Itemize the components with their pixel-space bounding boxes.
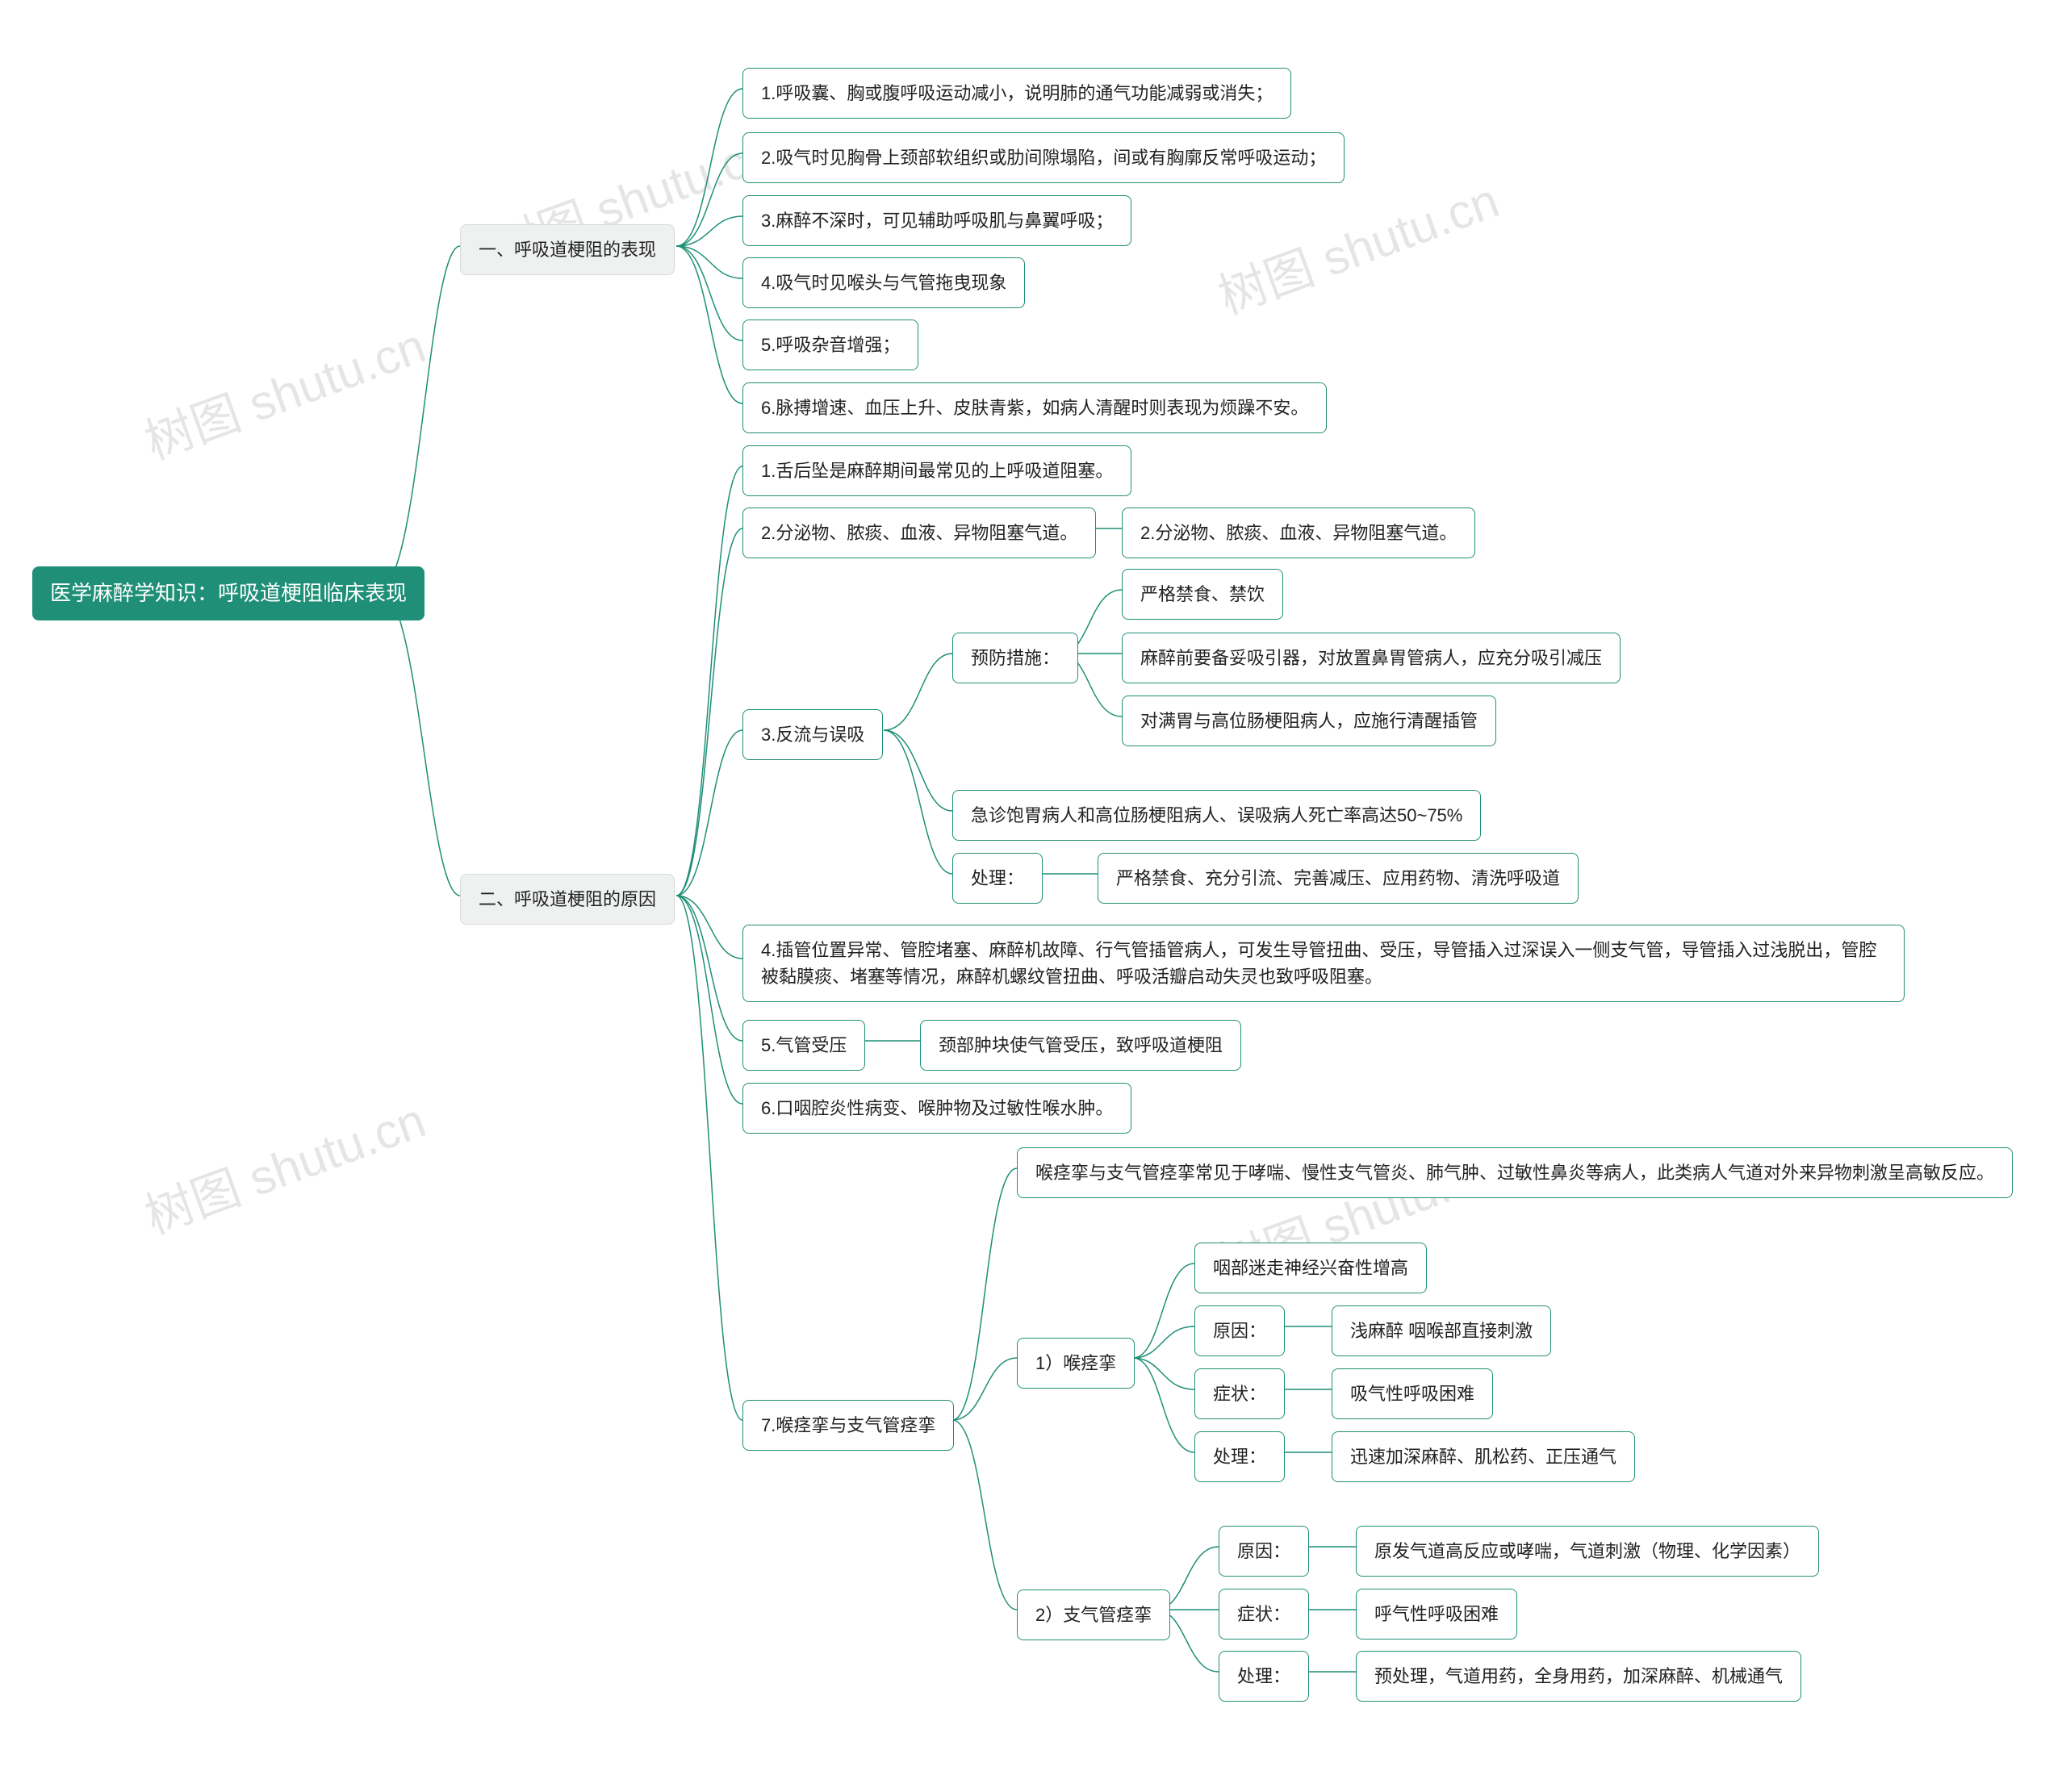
- laryngo-symptom[interactable]: 症状：: [1194, 1368, 1285, 1419]
- s2-item1[interactable]: 1.舌后坠是麻醉期间最常见的上呼吸道阻塞。: [742, 445, 1131, 496]
- root-label: 医学麻醉学知识：呼吸道梗阻临床表现: [50, 578, 407, 609]
- s1-item-6[interactable]: 6.脉搏增速、血压上升、皮肤青紫，如病人清醒时则表现为烦躁不安。: [742, 382, 1327, 433]
- s1-item-2[interactable]: 2.吸气时见胸骨上颈部软组织或肋间隙塌陷，间或有胸廓反常呼吸运动；: [742, 132, 1345, 183]
- laryngo-cause[interactable]: 原因：: [1194, 1305, 1285, 1356]
- s1-item-1[interactable]: 1.呼吸囊、胸或腹呼吸运动减小，说明肺的通气功能减弱或消失；: [742, 68, 1291, 119]
- broncho-cause-sub-text: 原发气道高反应或哮喘，气道刺激（物理、化学因素）: [1374, 1538, 1800, 1564]
- s2-item5-text: 5.气管受压: [761, 1032, 847, 1059]
- laryngo-handle-sub[interactable]: 迅速加深麻醉、肌松药、正压通气: [1332, 1431, 1635, 1482]
- s2-item3-prevent-a[interactable]: 严格禁食、禁饮: [1122, 569, 1283, 620]
- s2-item7-intro[interactable]: 喉痉挛与支气管痉挛常见于哮喘、慢性支气管炎、肺气肿、过敏性鼻炎等病人，此类病人气…: [1017, 1147, 2013, 1198]
- laryngo[interactable]: 1）喉痉挛: [1017, 1338, 1135, 1389]
- s1-item-3[interactable]: 3.麻醉不深时，可见辅助呼吸肌与鼻翼呼吸；: [742, 195, 1131, 246]
- s2-item3-handle-sub[interactable]: 严格禁食、充分引流、完善减压、应用药物、清洗呼吸道: [1098, 853, 1579, 904]
- watermark: 树图 shutu.cn: [1207, 161, 1507, 328]
- s1-item-6-text: 6.脉搏增速、血压上升、皮肤青紫，如病人清醒时则表现为烦躁不安。: [761, 395, 1308, 421]
- s1-item-2-text: 2.吸气时见胸骨上颈部软组织或肋间隙塌陷，间或有胸廓反常呼吸运动；: [761, 144, 1326, 171]
- laryngo-handle[interactable]: 处理：: [1194, 1431, 1285, 1482]
- s2-item3-note-text: 急诊饱胃病人和高位肠梗阻病人、误吸病人死亡率高达50~75%: [971, 802, 1462, 829]
- section2-label: 二、呼吸道梗阻的原因: [479, 886, 656, 913]
- broncho-text: 2）支气管痉挛: [1035, 1602, 1152, 1628]
- s2-item5-sub-text: 颈部肿块使气管受压，致呼吸道梗阻: [939, 1032, 1223, 1059]
- root-node[interactable]: 医学麻醉学知识：呼吸道梗阻临床表现: [32, 566, 424, 620]
- s2-item2-sub[interactable]: 2.分泌物、脓痰、血液、异物阻塞气道。: [1122, 508, 1475, 558]
- s2-item3-prevent-text: 预防措施：: [971, 645, 1060, 671]
- s1-item-3-text: 3.麻醉不深时，可见辅助呼吸肌与鼻翼呼吸；: [761, 207, 1113, 234]
- broncho-cause-text: 原因：: [1237, 1538, 1290, 1564]
- watermark: 树图 shutu.cn: [134, 307, 433, 473]
- broncho-cause-sub[interactable]: 原发气道高反应或哮喘，气道刺激（物理、化学因素）: [1356, 1526, 1819, 1577]
- s2-item7-text: 7.喉痉挛与支气管痉挛: [761, 1412, 935, 1439]
- laryngo-vagus[interactable]: 咽部迷走神经兴奋性增高: [1194, 1243, 1427, 1293]
- s1-item-4-text: 4.吸气时见喉头与气管拖曳现象: [761, 269, 1006, 296]
- s2-item3-note[interactable]: 急诊饱胃病人和高位肠梗阻病人、误吸病人死亡率高达50~75%: [952, 790, 1481, 841]
- broncho-symptom-sub[interactable]: 呼气性呼吸困难: [1356, 1589, 1517, 1640]
- laryngo-handle-sub-text: 迅速加深麻醉、肌松药、正压通气: [1350, 1443, 1616, 1470]
- s2-item2[interactable]: 2.分泌物、脓痰、血液、异物阻塞气道。: [742, 508, 1096, 558]
- laryngo-text: 1）喉痉挛: [1035, 1350, 1116, 1376]
- s1-item-4[interactable]: 4.吸气时见喉头与气管拖曳现象: [742, 257, 1025, 308]
- s1-item-5-text: 5.呼吸杂音增强；: [761, 332, 900, 358]
- broncho-cause[interactable]: 原因：: [1219, 1526, 1309, 1577]
- broncho-symptom-text: 症状：: [1237, 1601, 1290, 1627]
- broncho-handle-sub-text: 预处理，气道用药，全身用药，加深麻醉、机械通气: [1374, 1663, 1783, 1690]
- s2-item3[interactable]: 3.反流与误吸: [742, 709, 883, 760]
- broncho-handle-text: 处理：: [1237, 1663, 1290, 1690]
- s2-item7[interactable]: 7.喉痉挛与支气管痉挛: [742, 1400, 954, 1451]
- s2-item7-intro-text: 喉痉挛与支气管痉挛常见于哮喘、慢性支气管炎、肺气肿、过敏性鼻炎等病人，此类病人气…: [1035, 1159, 1994, 1186]
- s2-item1-text: 1.舌后坠是麻醉期间最常见的上呼吸道阻塞。: [761, 457, 1113, 484]
- broncho-symptom[interactable]: 症状：: [1219, 1589, 1309, 1640]
- broncho[interactable]: 2）支气管痉挛: [1017, 1589, 1170, 1640]
- s2-item3-handle[interactable]: 处理：: [952, 853, 1043, 904]
- s2-item4-text: 4.插管位置异常、管腔堵塞、麻醉机故障、行气管插管病人，可发生导管扭曲、受压，导…: [761, 937, 1886, 990]
- s2-item3-text: 3.反流与误吸: [761, 721, 864, 748]
- s2-item3-prevent-a-text: 严格禁食、禁饮: [1140, 581, 1265, 608]
- laryngo-symptom-text: 症状：: [1213, 1381, 1266, 1407]
- laryngo-cause-text: 原因：: [1213, 1318, 1266, 1344]
- section1-label: 一、呼吸道梗阻的表现: [479, 236, 656, 263]
- laryngo-handle-text: 处理：: [1213, 1443, 1266, 1470]
- section1-node[interactable]: 一、呼吸道梗阻的表现: [460, 224, 675, 275]
- laryngo-symptom-sub[interactable]: 吸气性呼吸困难: [1332, 1368, 1493, 1419]
- s2-item3-prevent-b-text: 麻醉前要备妥吸引器，对放置鼻胃管病人，应充分吸引减压: [1140, 645, 1602, 671]
- broncho-handle-sub[interactable]: 预处理，气道用药，全身用药，加深麻醉、机械通气: [1356, 1651, 1801, 1702]
- broncho-symptom-sub-text: 呼气性呼吸困难: [1374, 1601, 1499, 1627]
- broncho-handle[interactable]: 处理：: [1219, 1651, 1309, 1702]
- laryngo-symptom-sub-text: 吸气性呼吸困难: [1350, 1381, 1474, 1407]
- s1-item-5[interactable]: 5.呼吸杂音增强；: [742, 320, 918, 370]
- s2-item6-text: 6.口咽腔炎性病变、喉肿物及过敏性喉水肿。: [761, 1095, 1113, 1122]
- s2-item3-prevent-b[interactable]: 麻醉前要备妥吸引器，对放置鼻胃管病人，应充分吸引减压: [1122, 633, 1621, 683]
- s2-item3-prevent-c-text: 对满胃与高位肠梗阻病人，应施行清醒插管: [1140, 708, 1478, 734]
- watermark: 树图 shutu.cn: [134, 1081, 433, 1247]
- s2-item3-prevent-c[interactable]: 对满胃与高位肠梗阻病人，应施行清醒插管: [1122, 695, 1496, 746]
- s2-item3-prevent[interactable]: 预防措施：: [952, 633, 1078, 683]
- s2-item5[interactable]: 5.气管受压: [742, 1020, 865, 1071]
- laryngo-vagus-text: 咽部迷走神经兴奋性增高: [1213, 1255, 1408, 1281]
- s2-item3-handle-text: 处理：: [971, 865, 1024, 892]
- laryngo-cause-sub-text: 浅麻醉 咽喉部直接刺激: [1350, 1318, 1533, 1344]
- s2-item5-sub[interactable]: 颈部肿块使气管受压，致呼吸道梗阻: [920, 1020, 1241, 1071]
- s2-item4[interactable]: 4.插管位置异常、管腔堵塞、麻醉机故障、行气管插管病人，可发生导管扭曲、受压，导…: [742, 925, 1905, 1002]
- s2-item6[interactable]: 6.口咽腔炎性病变、喉肿物及过敏性喉水肿。: [742, 1083, 1131, 1134]
- laryngo-cause-sub[interactable]: 浅麻醉 咽喉部直接刺激: [1332, 1305, 1551, 1356]
- section2-node[interactable]: 二、呼吸道梗阻的原因: [460, 874, 675, 925]
- s1-item-1-text: 1.呼吸囊、胸或腹呼吸运动减小，说明肺的通气功能减弱或消失；: [761, 80, 1273, 107]
- s2-item2-sub-text: 2.分泌物、脓痰、血液、异物阻塞气道。: [1140, 520, 1457, 546]
- s2-item3-handle-sub-text: 严格禁食、充分引流、完善减压、应用药物、清洗呼吸道: [1116, 865, 1560, 892]
- s2-item2-text: 2.分泌物、脓痰、血液、异物阻塞气道。: [761, 520, 1077, 546]
